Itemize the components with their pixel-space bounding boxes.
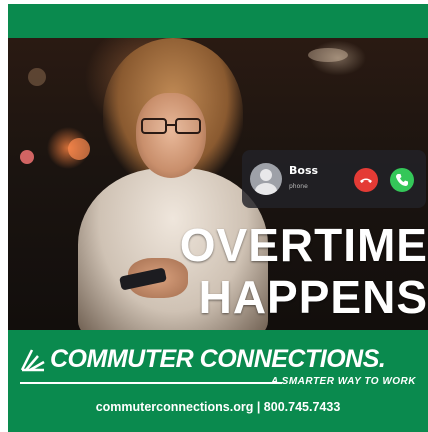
contact-info[interactable]: commuterconnections.org | 800.745.7433 xyxy=(8,400,428,414)
caller-subtitle: phone xyxy=(289,183,308,190)
caller-avatar-icon xyxy=(250,163,282,195)
tagline-row: A SMARTER WAY TO WORK xyxy=(20,376,416,390)
top-green-band xyxy=(8,4,428,38)
decline-call-button[interactable] xyxy=(354,168,378,192)
incoming-call-card: Boss phone xyxy=(242,150,426,208)
caller-name: Boss xyxy=(289,164,319,177)
brand-footer: COMMUTER CONNECTIONS. A SMARTER WAY TO W… xyxy=(8,330,428,432)
phone-decline-icon xyxy=(360,178,372,183)
bokeh-light xyxy=(20,150,34,164)
commuter-connections-logo-icon xyxy=(20,349,45,372)
advertisement: Boss phone OVERTIME HAPPENS COMMUTER CON… xyxy=(8,4,428,432)
tagline-divider xyxy=(20,382,282,384)
brand-name: COMMUTER CONNECTIONS. xyxy=(50,344,386,373)
glasses xyxy=(141,118,203,134)
bokeh-light xyxy=(28,68,46,86)
brand-tagline: A SMARTER WAY TO WORK xyxy=(271,376,416,387)
woman-on-phone-photo: Boss phone OVERTIME HAPPENS xyxy=(8,38,428,330)
accept-call-button[interactable] xyxy=(390,168,414,192)
bokeh-light xyxy=(68,138,90,160)
brand-logo-row: COMMUTER CONNECTIONS. xyxy=(20,342,386,376)
face xyxy=(136,93,206,178)
bokeh-light xyxy=(308,48,348,62)
phone-accept-icon xyxy=(396,174,408,186)
headline-happens: HAPPENS xyxy=(198,271,428,323)
headline-overtime: OVERTIME xyxy=(179,219,428,271)
